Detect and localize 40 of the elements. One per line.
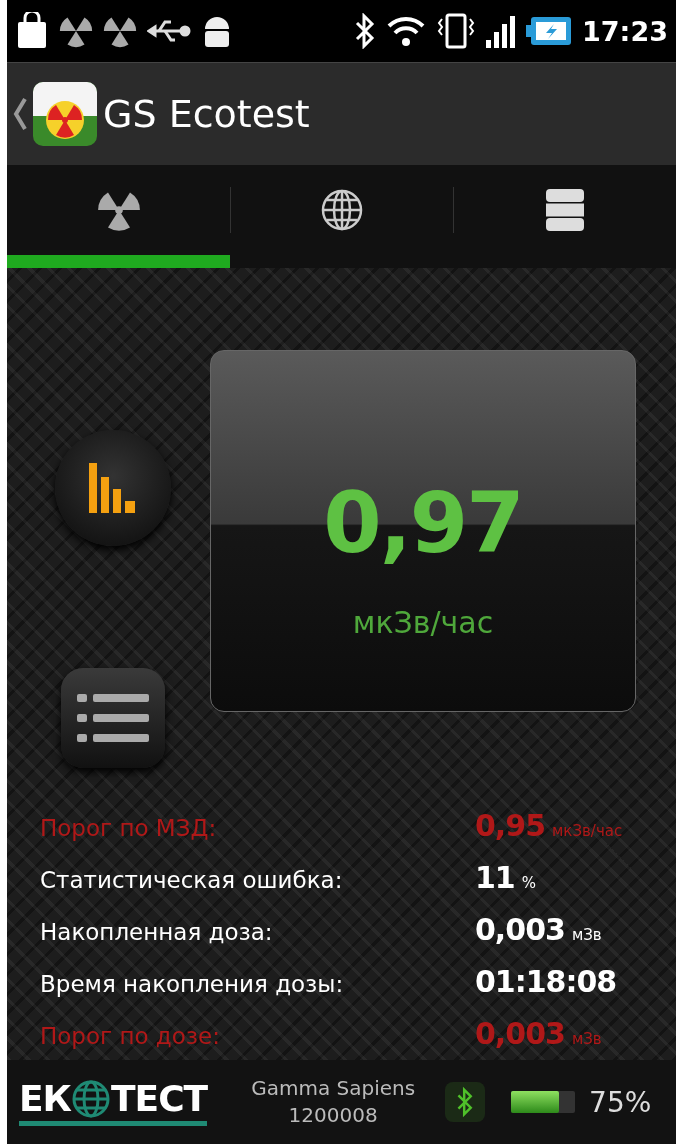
reading-label: Статистическая ошибка:: [40, 867, 344, 893]
bluetooth-icon: [354, 13, 377, 49]
list-button[interactable]: [60, 668, 165, 768]
reading-unit: мкЗв/час: [552, 822, 623, 840]
globe-icon: [319, 188, 364, 232]
chart-button[interactable]: [54, 430, 171, 546]
battery-charging-icon: [526, 15, 573, 47]
reading-value: 0,003: [475, 1016, 565, 1051]
reading-value: 0,95: [475, 808, 546, 843]
reading-unit: мЗв: [571, 926, 602, 944]
signal-icon: [486, 14, 517, 48]
app-title: GS Ecotest: [103, 92, 310, 136]
radiation-icon: [59, 14, 93, 48]
globe-icon: [71, 1078, 112, 1119]
reading-label: Время накопления дозы:: [40, 971, 345, 997]
reading-label: Порог по МЗД:: [40, 815, 218, 841]
app-logo-icon[interactable]: [33, 82, 97, 146]
back-icon[interactable]: [13, 97, 27, 131]
clock: 17:23: [582, 15, 668, 47]
stack-icon: [544, 188, 585, 232]
reading-unit: %: [521, 874, 536, 892]
reading-value: 01:18:08: [475, 964, 617, 999]
reading-value: 11: [475, 860, 515, 895]
reading-label: Порог по дозе:: [40, 1023, 221, 1049]
battery-reading: 75%: [589, 1085, 652, 1119]
logo: ЕК ТЕСТ: [19, 1078, 208, 1126]
reading-label: Накопленная доза:: [40, 919, 274, 945]
wifi-icon: [386, 14, 427, 48]
usb-icon: [147, 18, 191, 44]
dose-rate-value: 0,97: [323, 481, 523, 565]
reading-value: 0,003: [475, 912, 565, 947]
dose-rate-unit: мкЗв/час: [352, 605, 494, 640]
reading-unit: мЗв: [571, 1030, 602, 1048]
bluetooth-icon: [456, 1086, 475, 1118]
vibrate-icon: [436, 13, 477, 49]
radiation-icon: [103, 14, 137, 48]
list-icon: [76, 692, 149, 744]
device-serial: 1200008: [288, 1102, 378, 1129]
bar-chart-icon: [88, 463, 137, 513]
device-name: Gamma Sapiens: [251, 1075, 416, 1102]
